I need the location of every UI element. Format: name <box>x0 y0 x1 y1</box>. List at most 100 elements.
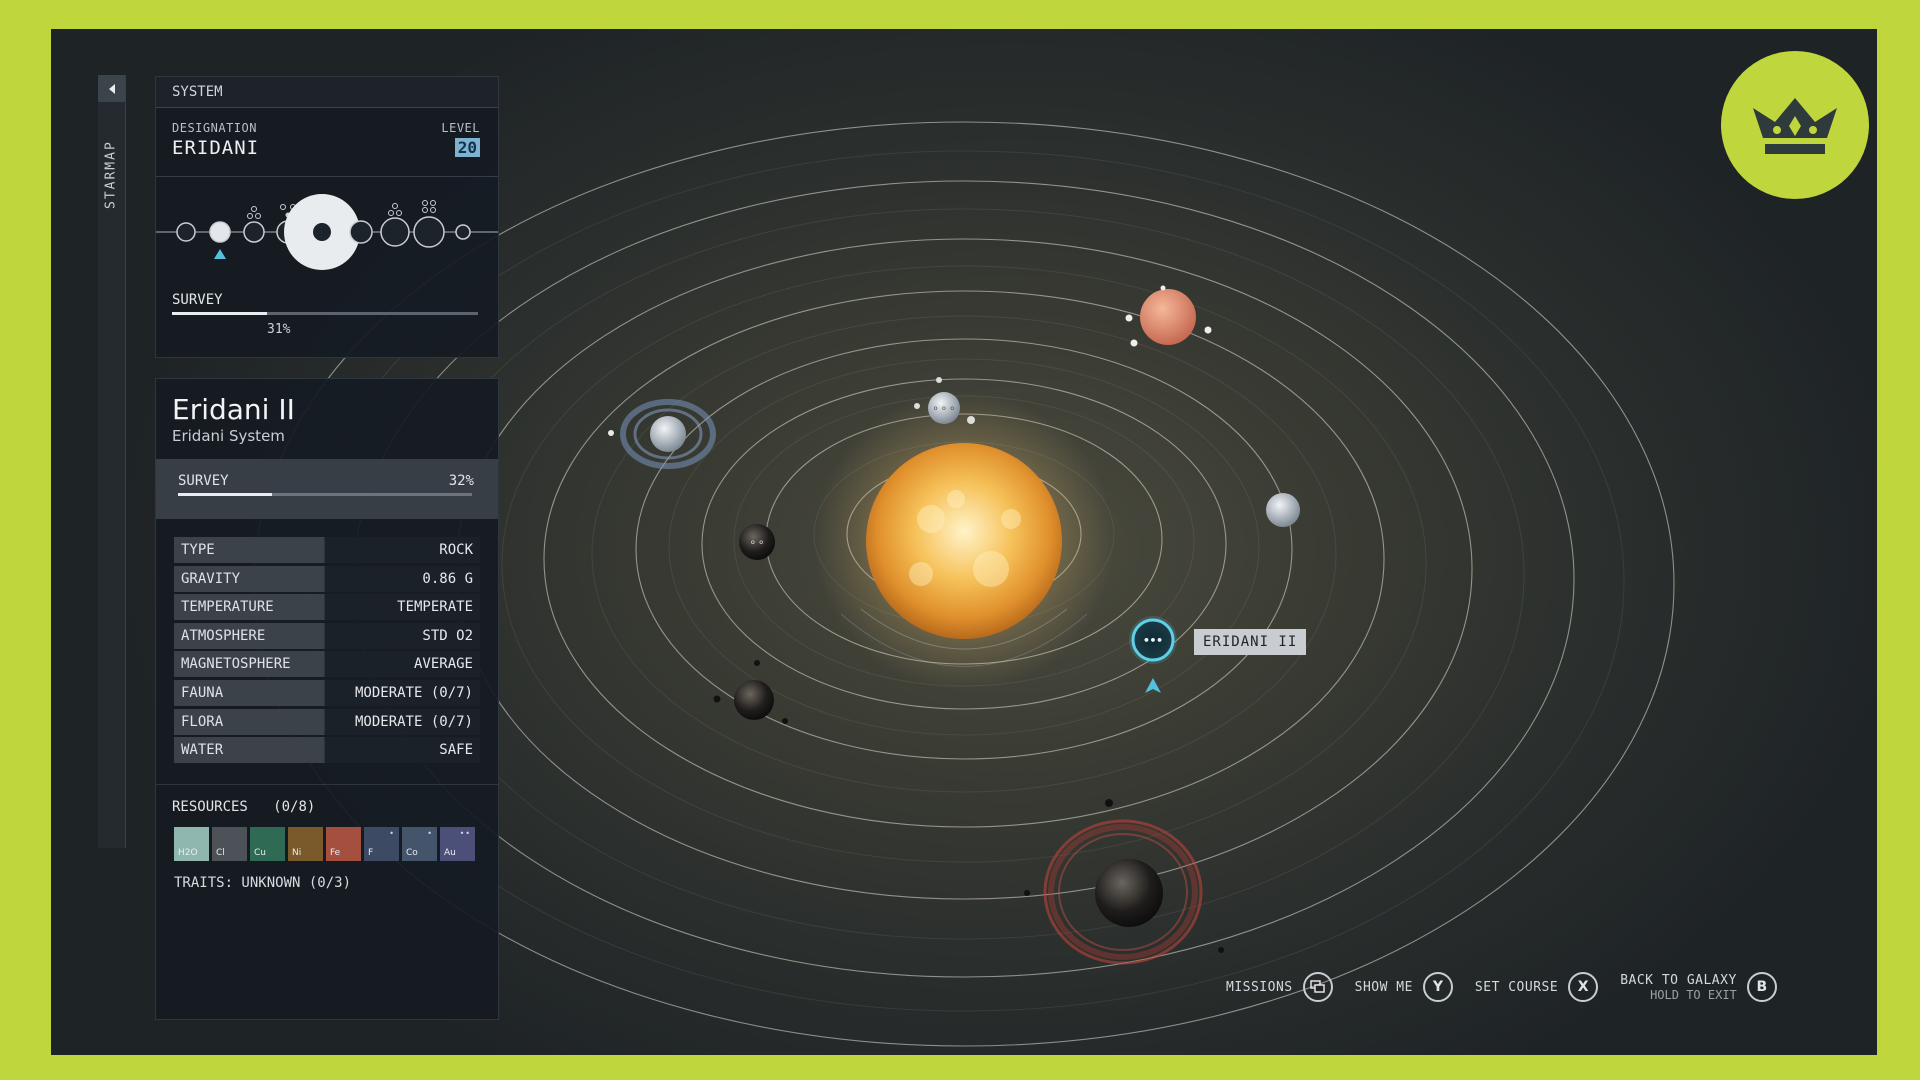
planet-stats-table: TYPE ROCK GRAVITY 0.86 G TEMPERATURE TEMPERAT… <box>174 537 480 766</box>
resource-chip[interactable]: Cl <box>212 827 247 861</box>
set-course-label: SET COURSE <box>1474 979 1559 995</box>
stat-row-fauna: FAUNA MODERATE (0/7) <box>174 679 480 706</box>
show-me-hint[interactable]: SHOW ME Y <box>1355 972 1453 1002</box>
planet-survey-label: SURVEY <box>178 473 229 489</box>
resources-count: (0/8) <box>273 799 316 815</box>
planet-survey-progress <box>178 493 472 496</box>
svg-text:⚬⚬: ⚬⚬ <box>749 538 766 549</box>
view-button-icon <box>1302 972 1333 1002</box>
hold-to-exit-label: HOLD TO EXIT <box>1650 987 1737 1002</box>
back-to-galaxy-hint[interactable]: BACK TO GALAXY HOLD TO EXIT B <box>1620 972 1777 1002</box>
resource-chip[interactable]: Co • <box>402 827 437 861</box>
orbit-strip-planet-1[interactable] <box>176 222 196 242</box>
resource-chip[interactable]: F • <box>364 827 399 861</box>
stat-value: STD O2 <box>324 622 480 649</box>
divider <box>156 784 498 785</box>
planet-ringed-red[interactable] <box>1024 799 1224 965</box>
stat-label: FAUNA <box>174 679 324 706</box>
designation-row: DESIGNATION ERIDANI LEVEL 20 <box>172 121 480 165</box>
collapse-panel-button[interactable] <box>98 75 125 102</box>
stat-label: TYPE <box>174 537 324 563</box>
orbit-strip-planet-8[interactable] <box>455 224 471 240</box>
stat-row-magnetosphere: MAGNETOSPHERE AVERAGE <box>174 651 480 678</box>
orbit-strip-planet-3[interactable] <box>243 221 265 243</box>
svg-text:⚬⚬⚬: ⚬⚬⚬ <box>931 404 956 415</box>
planet-name: Eridani II <box>172 393 295 426</box>
system-survey-label: SURVEY <box>172 292 223 308</box>
back-to-galaxy-label: BACK TO GALAXY <box>1620 972 1737 988</box>
stat-row-type: TYPE ROCK <box>174 537 480 563</box>
selected-planet-label[interactable]: ERIDANI II <box>1194 629 1307 655</box>
triangle-left-icon <box>108 83 115 94</box>
stat-value: TEMPERATE <box>324 594 480 621</box>
stat-label: WATER <box>174 737 324 764</box>
resource-chip[interactable]: Ni <box>288 827 323 861</box>
b-button-icon: B <box>1746 972 1777 1002</box>
resource-symbol: Au <box>444 848 456 858</box>
traits-text: TRAITS: UNKNOWN (0/3) <box>174 875 352 891</box>
stat-row-temperature: TEMPERATURE TEMPERATE <box>174 594 480 621</box>
resource-symbol: Fe <box>330 848 341 858</box>
orbit-strip-planet-6[interactable] <box>380 217 410 247</box>
orbit-strip-planet-2-selected[interactable] <box>209 221 231 243</box>
stat-label: ATMOSPHERE <box>174 622 324 649</box>
resource-rarity-dots: •• <box>459 829 471 838</box>
stat-label: GRAVITY <box>174 565 324 592</box>
stat-label: TEMPERATURE <box>174 594 324 621</box>
system-survey-percent: 31% <box>267 322 291 337</box>
planet-survey-percent: 32% <box>448 473 474 489</box>
orbit-strip-planet-5[interactable] <box>349 220 373 244</box>
missions-label: MISSIONS <box>1226 979 1293 995</box>
system-survey-progress <box>172 312 478 315</box>
resource-symbol: H2O <box>178 848 198 858</box>
resource-symbol: Cl <box>216 848 225 858</box>
stat-value: SAFE <box>324 737 480 764</box>
stat-label: FLORA <box>174 708 324 735</box>
control-hints-bar: MISSIONS SHOW ME Y SET COURSE X BACK TO … <box>1226 967 1799 1007</box>
resource-symbol: Cu <box>254 848 266 858</box>
resource-list: H2O Cl Cu Ni Fe F • Co • Au •• <box>174 827 475 861</box>
planet-system-name: Eridani System <box>172 427 285 445</box>
stat-row-water: WATER SAFE <box>174 737 480 764</box>
resource-chip[interactable]: Cu <box>250 827 285 861</box>
x-button-icon: X <box>1568 972 1599 1002</box>
y-button-icon: Y <box>1422 972 1453 1002</box>
stat-value: MODERATE (0/7) <box>324 708 480 735</box>
stat-value: ROCK <box>324 537 480 563</box>
resource-chip[interactable]: H2O <box>174 827 209 861</box>
starmap-tab[interactable]: STARMAP <box>97 125 125 225</box>
system-panel-header: SYSTEM <box>156 77 498 108</box>
resource-rarity-dots: • <box>389 829 395 838</box>
show-me-label: SHOW ME <box>1354 979 1413 995</box>
selection-marker-icon <box>214 249 226 259</box>
planet-ice-giant[interactable] <box>608 399 716 469</box>
planet-details-panel: Eridani II Eridani System SURVEY 32% TYP… <box>155 378 499 1020</box>
stat-row-gravity: GRAVITY 0.86 G <box>174 565 480 592</box>
star-eridani[interactable] <box>866 443 1062 639</box>
planet-inner-dark[interactable]: ⚬⚬ <box>739 524 775 560</box>
resource-chip[interactable]: Fe <box>326 827 361 861</box>
level-badge: 20 <box>454 138 480 157</box>
resource-symbol: Co <box>406 848 418 858</box>
set-course-hint[interactable]: SET COURSE X <box>1474 972 1599 1002</box>
divider <box>156 176 498 177</box>
planet-survey-progress-fill <box>178 493 273 496</box>
game-viewport: ⚬⚬⚬ ⚬⚬ ••• ERIDANI II STARMAP SYSTEM DES… <box>51 29 1877 1055</box>
system-orbit-strip[interactable] <box>156 187 498 287</box>
level-label: LEVEL <box>441 121 480 135</box>
resource-rarity-dots: • <box>427 829 433 838</box>
resource-chip[interactable]: Au •• <box>440 827 475 861</box>
stat-label: MAGNETOSPHERE <box>174 651 324 678</box>
resources-heading: RESOURCES (0/8) <box>172 799 315 815</box>
stat-row-flora: FLORA MODERATE (0/7) <box>174 708 480 735</box>
missions-hint[interactable]: MISSIONS <box>1226 972 1333 1002</box>
player-location-marker-icon <box>1145 678 1161 693</box>
resources-label: RESOURCES <box>172 799 248 815</box>
resource-symbol: Ni <box>292 848 302 858</box>
planet-small-white[interactable] <box>1266 493 1300 527</box>
planet-survey-box: SURVEY 32% <box>156 459 498 519</box>
orbit-strip-planet-7[interactable] <box>413 216 445 248</box>
stat-value: 0.86 G <box>324 565 480 592</box>
planet-mars-like[interactable] <box>1125 285 1212 347</box>
system-panel: SYSTEM DESIGNATION ERIDANI LEVEL 20 SURV… <box>155 76 499 358</box>
